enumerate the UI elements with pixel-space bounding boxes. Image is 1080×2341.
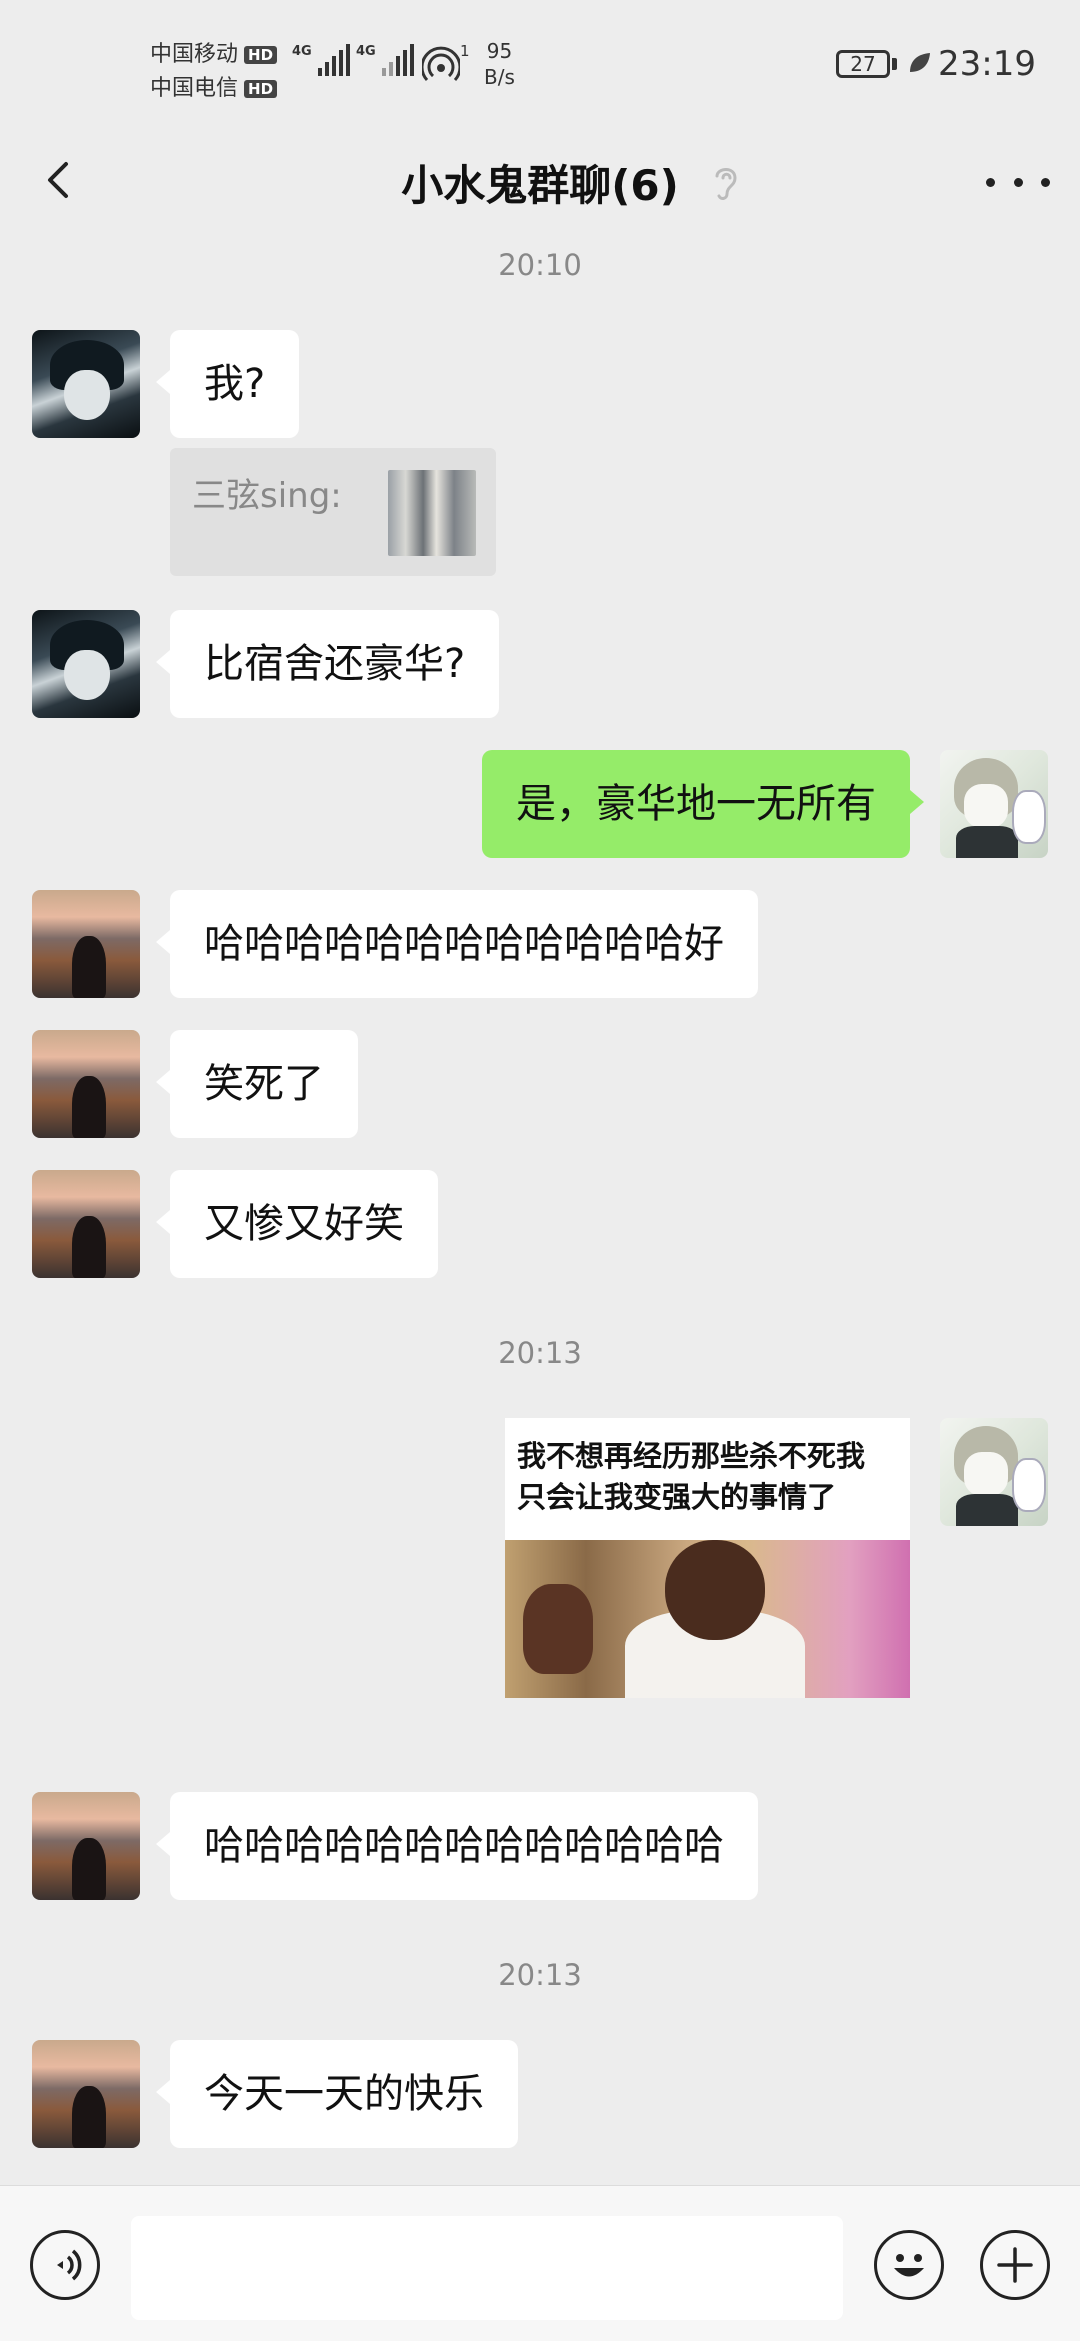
plus-icon[interactable] [980, 2230, 1050, 2300]
page-title: 小水鬼群聊(6) [401, 161, 679, 210]
signal-icon-2: 4G [356, 44, 414, 76]
message-bubble[interactable]: 哈哈哈哈哈哈哈哈哈哈哈哈好 [156, 890, 758, 998]
speed-unit: B/s [484, 65, 515, 89]
timestamp: 20:13 [498, 1958, 582, 1992]
hotspot-icon [422, 46, 460, 82]
leaf-icon [910, 53, 930, 72]
network-speed: 95 B/s [484, 38, 515, 90]
meme-photo [505, 1540, 910, 1698]
message-bubble[interactable]: 哈哈哈哈哈哈哈哈哈哈哈哈哈 [156, 1792, 758, 1900]
message-bubble[interactable]: 又惨又好笑 [156, 1170, 438, 1278]
clock: 23:19 [938, 44, 1036, 84]
input-bar [0, 2185, 1080, 2341]
message-input[interactable] [131, 2216, 843, 2320]
battery-tip [892, 58, 897, 70]
signal-icon-1: 4G [292, 44, 350, 76]
quote-thumbnail[interactable] [388, 470, 476, 556]
message-bubble-self[interactable]: 是，豪华地一无所有 [482, 750, 924, 858]
carrier-2: 中国电信 HD [150, 70, 278, 102]
message-bubble[interactable]: 比宿舍还豪华? [155, 610, 500, 718]
emoji-icon[interactable] [874, 2230, 944, 2300]
message-bubble[interactable]: 今天一天的快乐 [156, 2040, 518, 2148]
speed-value: 95 [486, 39, 513, 63]
status-bar: 中国移动 HD 中国电信 HD 4G 4G 1 95 B/s 27 23:19 [0, 0, 1080, 130]
avatar[interactable] [32, 610, 140, 718]
hd-badge-2: HD [244, 80, 278, 98]
quoted-message[interactable]: 三弦sing: [170, 448, 496, 576]
voice-icon[interactable] [30, 2230, 100, 2300]
ear-icon [715, 168, 737, 200]
meme-caption: 我不想再经历那些杀不死我 只会让我变强大的事情了 [517, 1439, 866, 1514]
network-type-2: 4G [356, 44, 376, 59]
avatar[interactable] [32, 1792, 140, 1900]
more-dots-icon[interactable] [986, 152, 1050, 212]
hotspot-count: 1 [460, 42, 470, 60]
battery-icon: 27 [836, 50, 890, 78]
network-type-1: 4G [292, 44, 312, 59]
hd-badge-1: HD [244, 46, 278, 64]
timestamp: 20:10 [498, 248, 582, 282]
timestamp: 20:13 [498, 1336, 582, 1370]
avatar[interactable] [32, 1030, 140, 1138]
chat-area[interactable]: 20:10 我? 三弦sing: 比宿舍还豪华? 是，豪华地一无所有 哈哈哈哈哈… [0, 240, 1080, 2185]
avatar-self[interactable] [940, 750, 1048, 858]
quote-text: 三弦sing: [192, 476, 342, 516]
avatar[interactable] [32, 890, 140, 998]
avatar[interactable] [32, 330, 140, 438]
message-bubble[interactable]: 我? [155, 330, 300, 438]
chat-header: 小水鬼群聊(6) [0, 130, 1080, 240]
image-message[interactable]: 我不想再经历那些杀不死我 只会让我变强大的事情了 [505, 1418, 910, 1698]
message-bubble[interactable]: 笑死了 [156, 1030, 358, 1138]
avatar[interactable] [32, 2040, 140, 2148]
avatar[interactable] [32, 1170, 140, 1278]
avatar-self[interactable] [940, 1418, 1048, 1526]
carrier-1: 中国移动 HD [150, 36, 278, 68]
